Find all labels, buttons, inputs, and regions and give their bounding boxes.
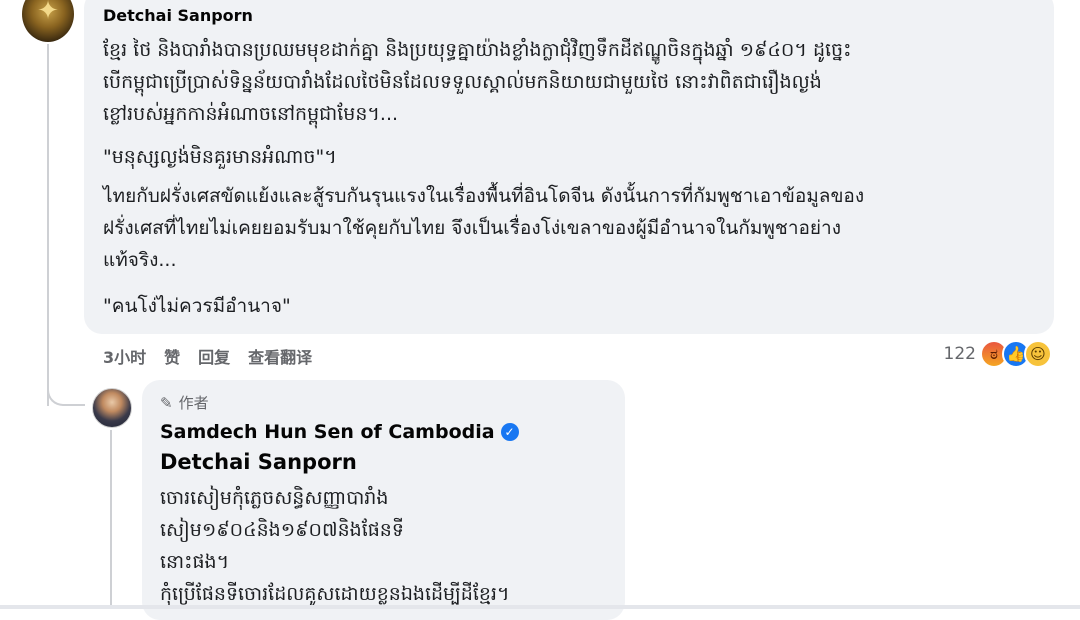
author-badge-label: 作者 [178, 394, 209, 412]
bottom-divider [0, 605, 1080, 609]
reply-button[interactable]: 回复 [198, 344, 230, 368]
reply-author[interactable]: Samdech Hun Sen of Cambodia ✓ [160, 421, 519, 443]
reactions-summary[interactable]: 122 ಠ 👍 ☺ [944, 340, 1052, 368]
thread-connector [47, 370, 85, 406]
reply-text: ចោរសៀមកុំភ្លេចសន្ធិសញ្ញាបារាំង សៀម១៩០៤និ… [160, 487, 510, 605]
comment-author[interactable]: Detchai Sanporn [103, 6, 253, 25]
statue-icon: ✦ [37, 0, 59, 26]
comment-quote-khmer: "មនុស្សល្ងង់មិនគួរមានអំណាច"។ [103, 146, 337, 168]
author-badge: ✎ 作者 [160, 392, 209, 413]
reply-thread-line [110, 430, 112, 609]
verified-icon: ✓ [500, 423, 519, 441]
reply-avatar[interactable] [92, 388, 132, 428]
haha-icon: ☺ [1024, 340, 1052, 368]
comment-paragraph-thai: ไทยกับฝรั่งเศสขัดแย้งและสู้รบกันรุนแรงใน… [103, 185, 865, 271]
comment-actions: 3小时 赞 回复 查看翻译 [103, 344, 312, 368]
comment-paragraph-khmer: ខ្មែរ ថៃ និងបារាំងបានប្រឈមមុខដាក់គ្នា និ… [103, 39, 852, 125]
comment-time[interactable]: 3小时 [103, 344, 146, 368]
translate-button[interactable]: 查看翻译 [248, 344, 312, 368]
reaction-count: 122 [943, 344, 976, 364]
thread-line [47, 44, 49, 406]
comment-quote-thai: "คนโง่ไม่ควรมีอำนาจ" [103, 295, 291, 317]
reply-author-name[interactable]: Samdech Hun Sen of Cambodia [160, 421, 495, 443]
mention-tag[interactable]: Detchai Sanporn [160, 450, 357, 474]
avatar[interactable]: ✦ [22, 0, 74, 42]
pencil-icon: ✎ [160, 393, 173, 412]
like-button[interactable]: 赞 [164, 344, 180, 368]
